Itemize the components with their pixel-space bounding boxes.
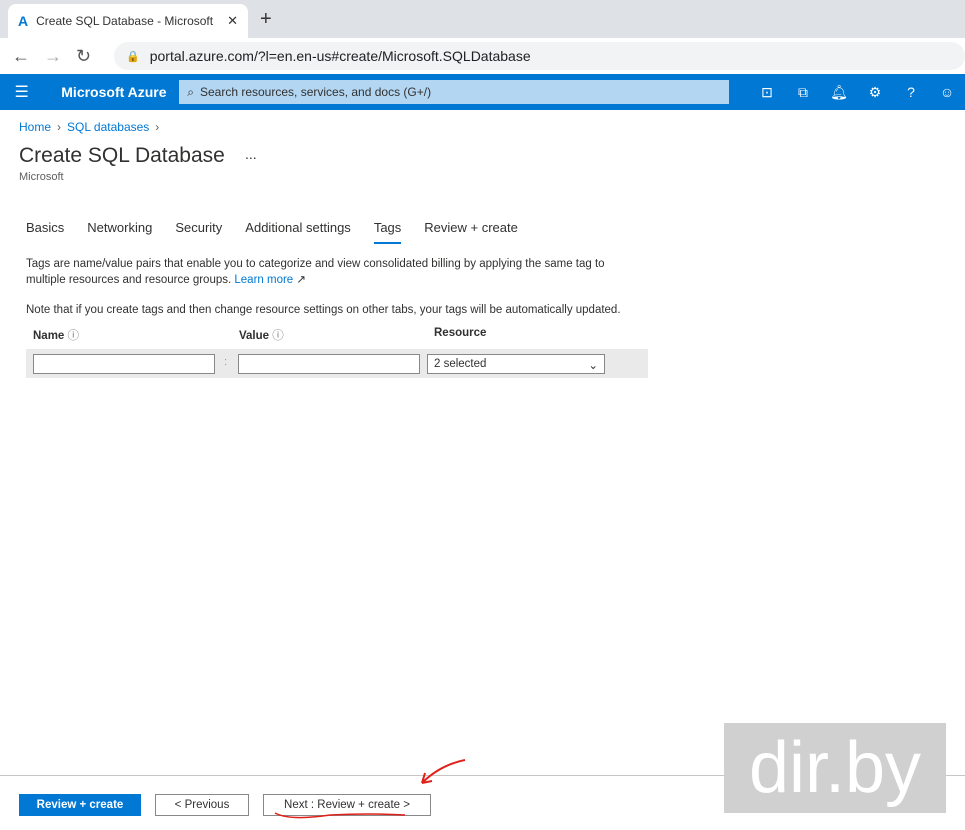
description-text: Tags are name/value pairs that enable yo…: [26, 258, 605, 286]
red-annotation: [274, 759, 466, 819]
tab-security[interactable]: Security: [175, 220, 222, 244]
more-button[interactable]: ...: [245, 146, 257, 162]
tags-description: Tags are name/value pairs that enable yo…: [26, 256, 646, 288]
url-input[interactable]: 🔒 portal.azure.com/?l=en.en-us#create/Mic…: [114, 42, 965, 70]
forward-icon[interactable]: →: [44, 46, 76, 67]
cloud-shell-icon[interactable]: ⊡: [749, 84, 785, 101]
azure-logo-icon: A: [18, 13, 29, 29]
lock-icon: 🔒: [126, 50, 140, 63]
azure-top-bar: ☰ Microsoft Azure ⌕ Search resources, ser…: [0, 74, 965, 110]
info-icon[interactable]: ⓘ: [272, 330, 284, 342]
breadcrumb-sql-databases[interactable]: SQL databases: [67, 120, 149, 134]
search-placeholder: Search resources, services, and docs (G+…: [199, 85, 432, 99]
name-header-label: Name: [33, 330, 65, 342]
breadcrumb: Home › SQL databases ›: [19, 120, 165, 134]
name-header: Name ⓘ: [33, 327, 79, 343]
tag-name-input[interactable]: [33, 354, 215, 374]
directory-filter-icon[interactable]: ⧉: [785, 84, 821, 101]
chevron-down-icon: ⌄: [588, 360, 598, 372]
breadcrumb-home[interactable]: Home: [19, 120, 51, 134]
address-bar-row: ← → ↻ 🔒 portal.azure.com/?l=en.en-us#crea…: [0, 38, 965, 74]
value-header-label: Value: [239, 330, 270, 342]
reload-icon[interactable]: ↻: [76, 46, 108, 67]
page-title: Create SQL Database: [19, 144, 225, 167]
browser-tab[interactable]: A Create SQL Database - Microsoft ✕: [8, 4, 248, 38]
review-create-button[interactable]: Review + create: [19, 794, 141, 816]
chevron-right-icon: ›: [57, 120, 62, 134]
search-icon: ⌕: [187, 84, 194, 99]
external-link-icon: ↗: [296, 274, 307, 286]
tag-value-input[interactable]: [238, 354, 420, 374]
search-input[interactable]: ⌕ Search resources, services, and docs (G…: [179, 80, 729, 104]
page-subtitle: Microsoft: [19, 171, 64, 183]
new-tab-button[interactable]: +: [260, 8, 272, 31]
resource-dropdown[interactable]: 2 selected ⌄: [427, 354, 605, 374]
tab-title: Create SQL Database - Microsoft: [36, 14, 214, 28]
tab-networking[interactable]: Networking: [87, 220, 152, 244]
tag-row: : 2 selected ⌄: [26, 349, 648, 378]
chevron-right-icon: ›: [155, 120, 160, 134]
tab-additional-settings[interactable]: Additional settings: [245, 220, 351, 244]
resource-selected: 2 selected: [434, 358, 487, 370]
tab-review-create[interactable]: Review + create: [424, 220, 518, 244]
bell-icon[interactable]: 🔔︎: [821, 84, 857, 101]
browser-tab-bar: A Create SQL Database - Microsoft ✕ +: [0, 0, 965, 38]
watermark: dir.by: [724, 723, 946, 813]
gear-icon[interactable]: ⚙: [857, 84, 893, 101]
learn-more-link[interactable]: Learn more: [234, 274, 293, 286]
feedback-icon[interactable]: ☺: [929, 84, 965, 101]
tab-basics[interactable]: Basics: [26, 220, 64, 244]
tab-tags[interactable]: Tags: [373, 220, 402, 244]
separator: :: [224, 356, 228, 368]
wizard-tabs: Basics Networking Security Additional se…: [26, 220, 541, 244]
back-icon[interactable]: ←: [12, 46, 44, 67]
info-icon[interactable]: ⓘ: [68, 330, 80, 342]
tags-note: Note that if you create tags and then ch…: [26, 304, 621, 316]
resource-header: Resource: [434, 327, 487, 339]
brand[interactable]: Microsoft Azure: [43, 84, 179, 100]
close-tab-icon[interactable]: ✕: [227, 13, 238, 29]
help-icon[interactable]: ?: [893, 84, 929, 101]
menu-icon[interactable]: ☰: [0, 82, 43, 102]
url-text: portal.azure.com/?l=en.en-us#create/Micr…: [149, 48, 531, 64]
value-header: Value ⓘ: [239, 327, 284, 343]
previous-button[interactable]: < Previous: [155, 794, 249, 816]
